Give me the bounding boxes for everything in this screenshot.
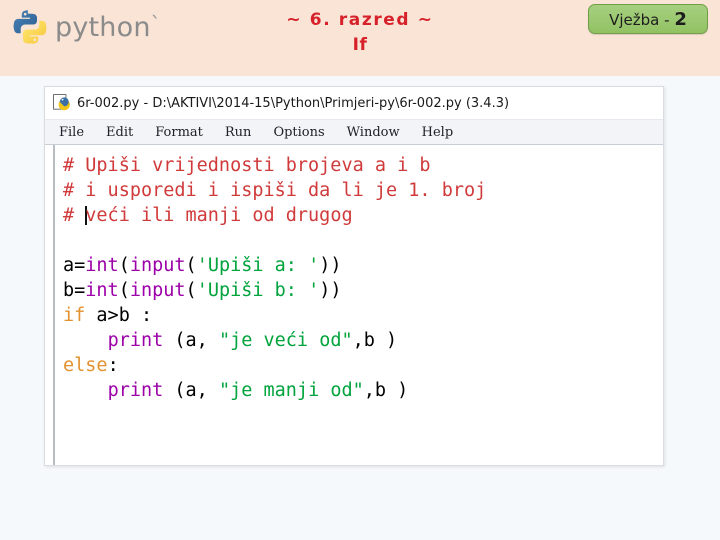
menu-item-edit[interactable]: Edit xyxy=(106,125,133,140)
slide-header: python` ~ 6. razred ~ If Vježba - 2 xyxy=(0,0,720,76)
exercise-badge-number: 2 xyxy=(674,9,687,30)
token-args-open: (a, xyxy=(163,330,219,351)
token-args-close: ,b ) xyxy=(363,380,409,401)
comment-text: # Upiši vrijednosti brojeva a i b xyxy=(63,155,431,176)
token-colon: : xyxy=(107,355,119,376)
python-wordmark-tick: ` xyxy=(150,11,161,36)
python-wordmark: python` xyxy=(55,14,161,41)
token-args-open: (a, xyxy=(163,380,219,401)
token-input: input xyxy=(129,280,186,301)
comment-text: # i usporedi i ispiši da li je 1. broj xyxy=(63,180,487,201)
token-variable-a: a= xyxy=(63,255,86,276)
code-line-blank-1[interactable] xyxy=(63,228,663,253)
comment-text: veći ili manji od drugog xyxy=(85,205,353,226)
token-print: print xyxy=(107,380,164,401)
token-paren: ( xyxy=(185,255,197,276)
code-line-if[interactable]: if a>b : xyxy=(63,303,663,328)
exercise-badge-label: Vježba - xyxy=(609,11,675,29)
token-string-smaller: "je manji od" xyxy=(218,380,364,401)
code-line-comment-2[interactable]: # i usporedi i ispiši da li je 1. broj xyxy=(63,178,663,203)
slide-title-line2: If xyxy=(352,35,368,55)
token-string-greater: "je veći od" xyxy=(218,330,353,351)
slide-title-block: ~ 6. razred ~ If xyxy=(190,8,530,58)
menu-item-options[interactable]: Options xyxy=(273,125,324,140)
menu-item-file[interactable]: File xyxy=(59,125,84,140)
token-keyword-else: else xyxy=(63,355,108,376)
code-line-comment-3[interactable]: # veći ili manji od drugog xyxy=(63,203,663,228)
menu-item-window[interactable]: Window xyxy=(347,125,400,140)
code-line-print-greater[interactable]: print (a, "je veći od",b ) xyxy=(63,328,663,353)
comment-hash: # xyxy=(63,205,86,226)
python-logo-area: python` xyxy=(10,6,161,48)
code-line-assign-a[interactable]: a=int(input('Upiši a: ')) xyxy=(63,253,663,278)
idle-window-title: 6r-002.py - D:\AKTIVI\2014-15\Python\Pri… xyxy=(77,95,510,111)
exercise-badge: Vježba - 2 xyxy=(588,4,708,34)
token-condition: a>b : xyxy=(85,305,153,326)
token-close-parens: )) xyxy=(319,280,342,301)
token-int: int xyxy=(85,280,119,301)
token-close-parens: )) xyxy=(319,255,342,276)
python-wordmark-text: python xyxy=(55,11,151,43)
python-logo-icon xyxy=(13,10,47,44)
idle-editor-window: 6r-002.py - D:\AKTIVI\2014-15\Python\Pri… xyxy=(44,86,664,466)
token-input: input xyxy=(129,255,186,276)
menu-item-format[interactable]: Format xyxy=(155,125,203,140)
code-line-else[interactable]: else: xyxy=(63,353,663,378)
code-line-assign-b[interactable]: b=int(input('Upiši b: ')) xyxy=(63,278,663,303)
code-line-comment-1[interactable]: # Upiši vrijednosti brojeva a i b xyxy=(63,153,663,178)
code-line-print-smaller[interactable]: print (a, "je manji od",b ) xyxy=(63,378,663,403)
token-variable-b: b= xyxy=(63,280,86,301)
idle-titlebar: 6r-002.py - D:\AKTIVI\2014-15\Python\Pri… xyxy=(45,87,663,119)
idle-menubar[interactable]: File Edit Format Run Options Window Help xyxy=(45,119,663,145)
menu-item-help[interactable]: Help xyxy=(422,125,454,140)
python-idle-icon xyxy=(53,94,70,111)
token-int: int xyxy=(85,255,119,276)
menu-item-run[interactable]: Run xyxy=(225,125,252,140)
token-print: print xyxy=(107,330,164,351)
token-keyword-if: if xyxy=(63,305,86,326)
token-paren: ( xyxy=(185,280,197,301)
token-string-prompt-b: 'Upiši b: ' xyxy=(196,280,320,301)
code-editor-area[interactable]: # Upiši vrijednosti brojeva a i b # i us… xyxy=(53,145,663,465)
token-paren: ( xyxy=(118,280,130,301)
token-string-prompt-a: 'Upiši a: ' xyxy=(196,255,320,276)
token-args-close: ,b ) xyxy=(352,330,398,351)
slide-title-line1: ~ 6. razred ~ xyxy=(286,10,434,30)
token-paren: ( xyxy=(118,255,130,276)
